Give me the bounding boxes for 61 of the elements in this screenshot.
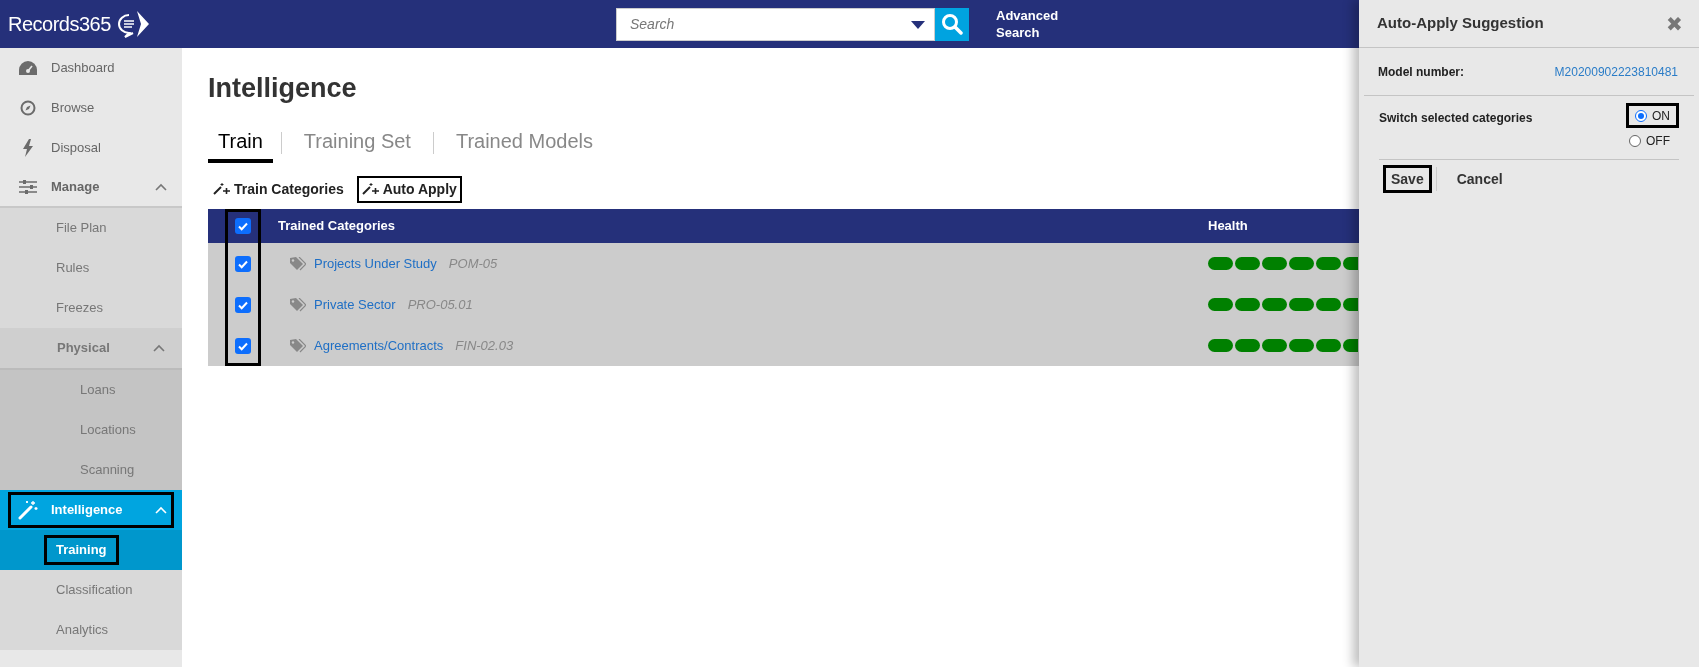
sidebar-item[interactable]: Browse <box>8 90 174 126</box>
sidebar-item[interactable]: Intelligence <box>8 492 174 528</box>
tag-icon <box>290 338 306 353</box>
dropdown-caret-icon[interactable] <box>911 20 925 29</box>
panel-button[interactable]: Save <box>1383 165 1432 193</box>
radio-option[interactable]: OFF <box>1620 128 1679 153</box>
sidebar-item[interactable]: Manage <box>8 169 174 205</box>
lightning-icon <box>22 139 34 157</box>
tag-icon <box>290 256 306 271</box>
sidebar-subitem[interactable]: Loans <box>0 370 182 410</box>
close-button[interactable]: ✖ <box>1666 13 1683 34</box>
search-icon <box>941 13 963 35</box>
model-number: M20200902223810481 <box>1554 63 1678 81</box>
sliders-icon <box>18 179 38 195</box>
sidebar-subitem[interactable]: Rules <box>0 248 182 288</box>
radio-option[interactable]: ON <box>1626 103 1679 128</box>
sidebar-item[interactable]: Disposal <box>8 130 174 166</box>
page-title: Intelligence <box>208 72 358 104</box>
field-label: Switch selected categories <box>1379 110 1533 127</box>
tag-icon <box>290 297 306 312</box>
search-button[interactable] <box>935 7 969 41</box>
chevron-up-icon <box>153 344 165 352</box>
search-field[interactable]: Search <box>616 7 935 41</box>
magic-wand-icon <box>213 182 231 196</box>
checkbox[interactable] <box>235 296 251 313</box>
sidebar-subitem[interactable]: File Plan <box>0 208 182 248</box>
sidebar-subitem[interactable]: Classification <box>0 570 182 610</box>
sidebar-subitem[interactable]: Locations <box>0 410 182 450</box>
gauge-icon <box>18 60 38 76</box>
action-button[interactable]: Train Categories <box>208 175 349 203</box>
panel-button[interactable]: Cancel <box>1448 165 1511 193</box>
panel-title: Auto-Apply Suggestion <box>1377 13 1544 34</box>
checkbox[interactable] <box>235 337 251 354</box>
sidebar-item[interactable]: Dashboard <box>8 50 174 86</box>
checkbox[interactable] <box>235 255 251 272</box>
sidebar-subitem[interactable]: Analytics <box>0 610 182 650</box>
category-code: PRO-05.01 <box>407 295 473 314</box>
chevron-up-icon <box>155 506 167 514</box>
logo-text: Records365 <box>8 12 111 37</box>
column-header: Health <box>1208 217 1248 236</box>
advanced-search-link[interactable]: Advanced Search <box>996 7 1066 41</box>
tab[interactable]: Trained Models <box>445 122 604 163</box>
category-link[interactable]: Private Sector <box>314 294 396 315</box>
category-link[interactable]: Agreements/Contracts <box>314 335 444 356</box>
tab[interactable]: Training Set <box>293 122 421 163</box>
category-code: POM-05 <box>448 254 498 273</box>
column-header: Trained Categories <box>278 217 397 236</box>
sidebar-subitem[interactable]: Scanning <box>0 450 182 490</box>
field-label: Model number: <box>1378 63 1464 81</box>
magic-wand-icon <box>18 500 38 520</box>
sidebar-subitem[interactable]: Training <box>0 530 182 570</box>
category-link[interactable]: Projects Under Study <box>314 253 437 274</box>
compass-icon <box>20 100 36 116</box>
sidebar-subitem[interactable]: Freezes <box>0 288 182 328</box>
category-code: FIN-02.03 <box>455 336 514 355</box>
magic-wand-icon <box>361 182 380 196</box>
chevron-up-icon <box>155 183 167 191</box>
checkbox[interactable] <box>235 218 251 234</box>
tab[interactable]: Train <box>208 122 273 163</box>
action-button[interactable]: Auto Apply <box>356 175 462 203</box>
sidebar-item[interactable]: Physical <box>0 328 182 370</box>
